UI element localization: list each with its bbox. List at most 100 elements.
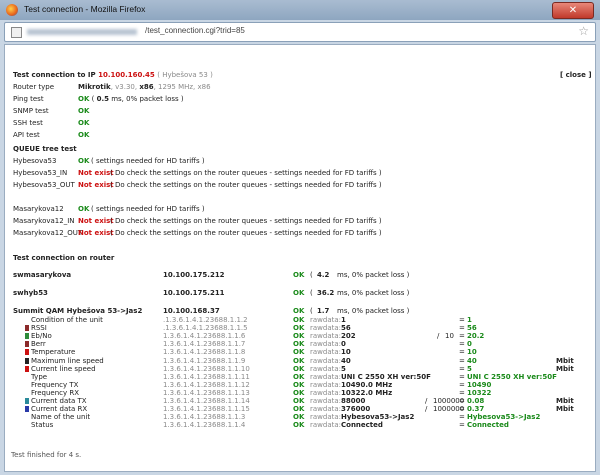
queue-status: Not exist <box>78 169 114 177</box>
footer-status: Test finished for 4 s. <box>11 451 82 459</box>
param-name: Temperature <box>31 348 76 356</box>
test-ip: 10.100.160.45 <box>98 71 155 79</box>
host-ms: 4.2 <box>317 271 330 279</box>
bookmark-star-icon[interactable]: ☆ <box>578 24 589 38</box>
param-color-swatch <box>25 366 29 372</box>
param-status: OK <box>293 357 305 365</box>
param-status: OK <box>293 421 305 429</box>
host-ip: 10.100.168.37 <box>163 307 220 315</box>
param-name: RSSI <box>31 324 47 332</box>
param-oid: 1.3.6.1.4.1.23688.1.1.12 <box>163 381 250 389</box>
queue-note: ( Do check the settings on the router qu… <box>110 229 382 237</box>
param-unit: Mbit <box>556 405 574 413</box>
host-ip: 10.100.175.211 <box>163 289 225 297</box>
param-oid: 1.3.6.1.4.1.23688.1.1.13 <box>163 389 250 397</box>
param-raw-label: rawdata: <box>310 324 342 332</box>
param-divisor: 10 <box>445 332 454 340</box>
window-close-button[interactable]: ✕ <box>552 2 594 19</box>
param-raw-label: rawdata: <box>310 348 342 356</box>
api-label: API test <box>13 131 40 139</box>
page-content: Test connection to IP 10.100.160.45 ( Hy… <box>4 44 596 472</box>
param-name: Frequency RX <box>31 389 80 397</box>
param-equals: = <box>459 421 465 429</box>
param-equals: = <box>459 405 465 413</box>
param-color-swatch <box>25 398 29 404</box>
param-equals: = <box>459 381 465 389</box>
param-unit: Mbit <box>556 365 574 373</box>
host-rest: ms, 0% packet loss ) <box>337 307 410 315</box>
param-color-swatch <box>25 341 29 347</box>
queue-name: Hybesova53_OUT <box>13 181 75 189</box>
param-divisor-sign: / <box>425 397 428 405</box>
queue-name: Masarykova12_OUT <box>13 229 83 237</box>
param-value: 10 <box>467 348 477 356</box>
param-name: Status <box>31 421 54 429</box>
param-status: OK <box>293 413 305 421</box>
param-name: Current data TX <box>31 397 87 405</box>
host-rest: ms, 0% packet loss ) <box>337 289 410 297</box>
firefox-icon <box>6 4 18 16</box>
param-raw-label: rawdata: <box>310 373 342 381</box>
queue-name: Masarykova12_IN <box>13 217 75 225</box>
ping-ms: 0.5 <box>96 95 109 103</box>
router-type-name: Mikrotik <box>78 83 111 91</box>
router-type-rest: , 1295 MHz, x86 <box>153 83 211 91</box>
host-paren: ( <box>310 307 313 315</box>
param-value: Hybesova53->Jas2 <box>467 413 541 421</box>
param-value: 20.2 <box>467 332 485 340</box>
param-raw-value: 10322.0 MHz <box>341 389 393 397</box>
host-name: swmasarykova <box>13 271 72 279</box>
param-equals: = <box>459 332 465 340</box>
param-value: 40 <box>467 357 477 365</box>
param-oid: 1.3.6.1.4.1.23688.1.1.8 <box>163 348 246 356</box>
param-status: OK <box>293 373 305 381</box>
param-status: OK <box>293 332 305 340</box>
url-bar[interactable]: /test_connection.cgi?trid=85 ☆ <box>4 22 596 42</box>
test-heading-prefix: Test connection to IP <box>13 71 96 79</box>
param-color-swatch <box>25 325 29 331</box>
param-equals: = <box>459 373 465 381</box>
param-raw-value: UNI C 2550 XH ver:50F <box>341 373 431 381</box>
param-raw-label: rawdata: <box>310 381 342 389</box>
queue-note: ( settings needed for HD tariffs ) <box>91 157 205 165</box>
param-oid: 1.3.6.1.4.1.23688.1.1.3 <box>163 413 246 421</box>
host-paren: ( <box>310 289 313 297</box>
param-raw-label: rawdata: <box>310 357 342 365</box>
param-raw-value: Connected <box>341 421 383 429</box>
param-equals: = <box>459 340 465 348</box>
param-raw-value: 202 <box>341 332 356 340</box>
param-oid: 1.3.6.1.4.1.23688.1.1.9 <box>163 357 246 365</box>
param-color-swatch <box>25 358 29 364</box>
host-ms: 1.7 <box>317 307 330 315</box>
param-value: 0.08 <box>467 397 485 405</box>
param-status: OK <box>293 381 305 389</box>
browser-window: Test connection - Mozilla Firefox ✕ /tes… <box>0 0 600 475</box>
queue-status: OK <box>78 205 90 213</box>
close-link[interactable]: [ close ] <box>560 71 592 79</box>
url-text[interactable]: /test_connection.cgi?trid=85 <box>145 26 245 35</box>
param-status: OK <box>293 340 305 348</box>
param-value: 10490 <box>467 381 492 389</box>
param-unit: Mbit <box>556 397 574 405</box>
param-raw-label: rawdata: <box>310 332 342 340</box>
param-equals: = <box>459 357 465 365</box>
queue-note: ( Do check the settings on the router qu… <box>110 169 382 177</box>
param-name: Current line speed <box>31 365 96 373</box>
param-divisor-sign: / <box>437 332 440 340</box>
param-color-swatch <box>25 349 29 355</box>
param-oid: .1.3.6.1.4.1.23688.1.1.2 <box>163 316 248 324</box>
param-name: Berr <box>31 340 46 348</box>
host-status: OK <box>293 271 305 279</box>
page-icon <box>11 27 22 38</box>
param-value: 0.37 <box>467 405 485 413</box>
param-raw-value: Hybesova53->Jas2 <box>341 413 415 421</box>
param-status: OK <box>293 397 305 405</box>
param-equals: = <box>459 389 465 397</box>
param-name: Maximum line speed <box>31 357 104 365</box>
param-raw-label: rawdata: <box>310 405 342 413</box>
param-color-swatch <box>25 333 29 339</box>
param-equals: = <box>459 397 465 405</box>
param-equals: = <box>459 413 465 421</box>
param-raw-value: 5 <box>341 365 346 373</box>
param-raw-value: 56 <box>341 324 351 332</box>
